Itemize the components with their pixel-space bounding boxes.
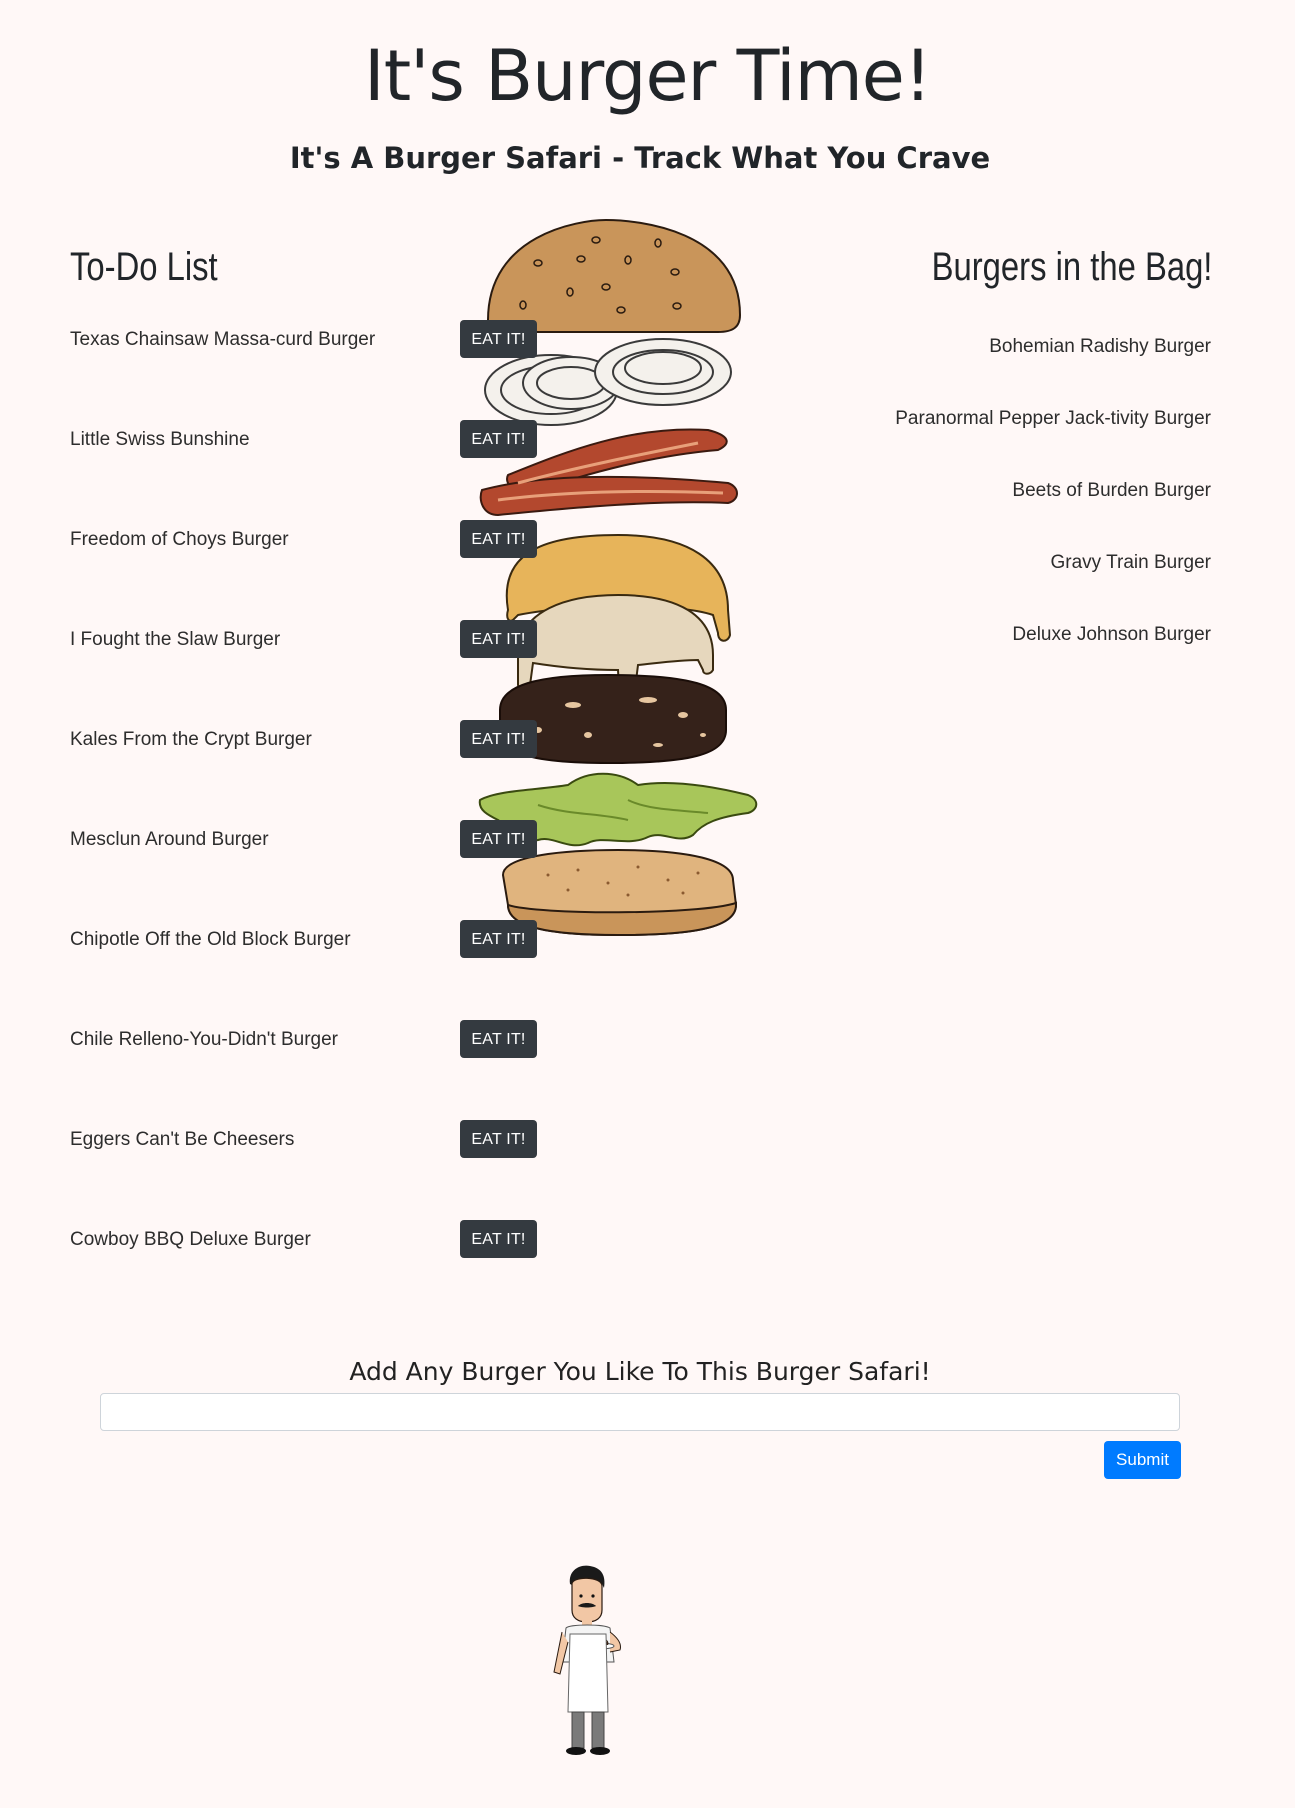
todo-heading: To-Do List [70,245,218,289]
bag-item-3: Beets of Burden Burger [1012,480,1211,501]
bag-item-5: Deluxe Johnson Burger [1012,624,1211,645]
todo-item-10: Cowboy BBQ Deluxe Burger [70,1229,311,1250]
todo-item-7: Chipotle Off the Old Block Burger [70,929,351,950]
bag-heading: Burgers in the Bag! [931,245,1212,289]
eat-it-button-9[interactable]: EAT IT! [460,1120,537,1158]
todo-item-5: Kales From the Crypt Burger [70,729,312,750]
eat-it-button-10[interactable]: EAT IT! [460,1220,537,1258]
eat-it-button-5[interactable]: EAT IT! [460,720,537,758]
eat-it-button-6[interactable]: EAT IT! [460,820,537,858]
eat-it-button-7[interactable]: EAT IT! [460,920,537,958]
add-burger-heading: Add Any Burger You Like To This Burger S… [349,1357,931,1386]
chef-holding-burger-icon [553,1565,621,1755]
todo-item-6: Mesclun Around Burger [70,829,269,850]
todo-item-1: Texas Chainsaw Massa-curd Burger [70,329,376,350]
todo-item-3: Freedom of Choys Burger [70,529,289,550]
bag-item-4: Gravy Train Burger [1050,552,1212,573]
page-title: It's Burger Time! [364,35,932,117]
eat-it-button-3[interactable]: EAT IT! [460,520,537,558]
todo-item-4: I Fought the Slaw Burger [70,629,281,650]
todo-item-9: Eggers Can't Be Cheesers [70,1129,295,1150]
eat-it-button-1[interactable]: EAT IT! [460,320,537,358]
submit-button[interactable]: Submit [1104,1441,1181,1479]
todo-item-8: Chile Relleno-You-Didn't Burger [70,1029,339,1050]
eat-it-button-4[interactable]: EAT IT! [460,620,537,658]
bag-item-1: Bohemian Radishy Burger [989,336,1211,357]
eat-it-button-2[interactable]: EAT IT! [460,420,537,458]
todo-item-2: Little Swiss Bunshine [70,429,250,450]
bag-item-2: Paranormal Pepper Jack-tivity Burger [895,408,1211,429]
page-subtitle: It's A Burger Safari - Track What You Cr… [289,141,991,175]
burger-name-input[interactable] [100,1393,1180,1431]
eat-it-button-8[interactable]: EAT IT! [460,1020,537,1058]
